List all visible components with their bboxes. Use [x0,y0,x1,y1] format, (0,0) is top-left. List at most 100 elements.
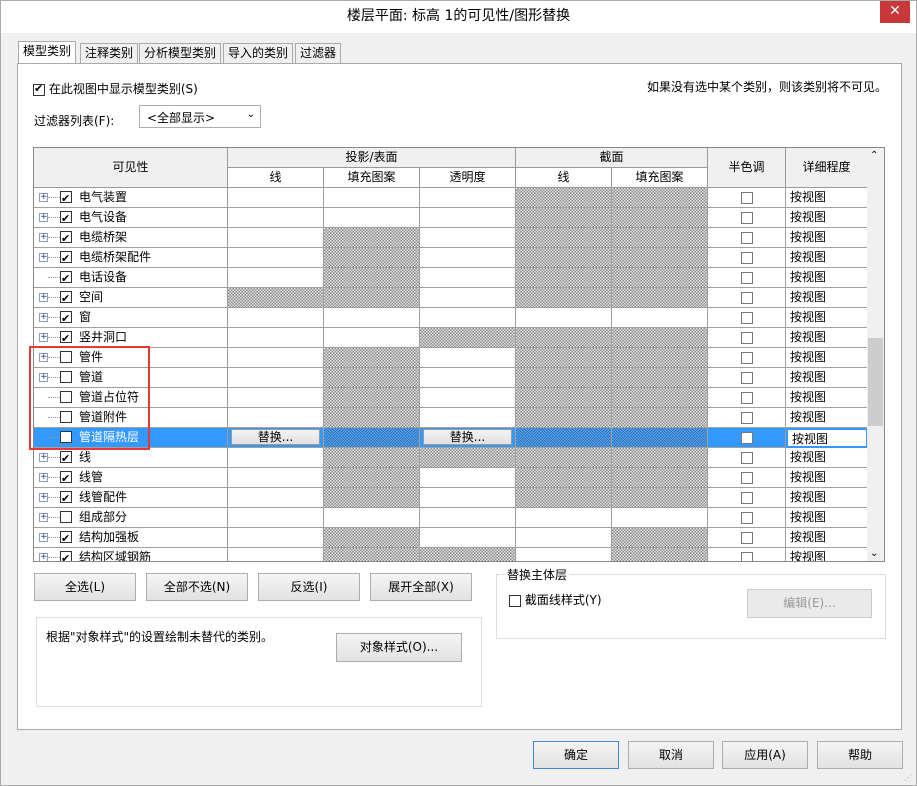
visibility-cell[interactable]: + 电缆桥架配件 [34,248,228,268]
fill-cell[interactable] [324,348,420,368]
visibility-checkbox[interactable] [60,391,72,403]
halftone-cell[interactable] [708,368,786,388]
cut-fill-cell[interactable] [612,388,708,408]
detail-level-cell[interactable]: 按视图 [786,308,868,328]
detail-level-cell[interactable]: 按视图 [786,288,868,308]
halftone-cell[interactable] [708,228,786,248]
expand-icon[interactable]: + [39,213,48,222]
select-all-button[interactable]: 全选(L) [34,573,136,601]
transparency-cell[interactable] [420,448,516,468]
ok-button[interactable]: 确定 [533,741,619,769]
halftone-checkbox[interactable] [740,471,753,484]
fill-cell[interactable] [324,368,420,388]
transparency-cell[interactable] [420,548,516,561]
cut-line-cell[interactable] [516,368,612,388]
visibility-checkbox[interactable] [60,431,72,443]
line-cell[interactable] [228,208,324,228]
halftone-cell[interactable] [708,248,786,268]
visibility-checkbox[interactable] [60,209,72,228]
visibility-checkbox[interactable] [60,329,72,348]
visibility-cell[interactable]: +窗 [34,308,228,328]
expand-icon[interactable]: + [39,193,48,202]
expand-icon[interactable]: + [39,253,48,262]
cut-line-cell[interactable] [516,408,612,428]
table-row[interactable]: + 管道 按视图 [34,368,868,388]
line-cell[interactable] [228,508,324,528]
transparency-cell[interactable]: 替换... [420,428,516,448]
transparency-cell[interactable] [420,368,516,388]
line-cell[interactable] [228,228,324,248]
expand-icon[interactable]: + [39,333,48,342]
table-row[interactable]: + 空间 按视图 [34,288,868,308]
fill-cell[interactable] [324,248,420,268]
filter-list-select[interactable]: <全部显示> ⌄ [139,105,261,128]
halftone-cell[interactable] [708,468,786,488]
expand-icon[interactable]: + [39,313,48,322]
detail-level-cell[interactable]: 按视图 [786,248,868,268]
fill-cell[interactable] [324,388,420,408]
cut-fill-cell[interactable] [612,448,708,468]
cut-fill-cell[interactable] [612,428,708,448]
apply-button[interactable]: 应用(A) [722,741,808,769]
transparency-cell[interactable] [420,388,516,408]
cut-fill-cell[interactable] [612,368,708,388]
halftone-checkbox[interactable] [740,291,753,304]
transparency-cell[interactable] [420,228,516,248]
halftone-checkbox[interactable] [740,511,753,524]
visibility-cell[interactable]: + 线管配件 [34,488,228,508]
cut-fill-cell[interactable] [612,248,708,268]
detail-level-cell[interactable]: 按视图 [786,368,868,388]
table-row[interactable]: + 竖井洞口 按视图 [34,328,868,348]
halftone-checkbox[interactable] [740,351,753,364]
transparency-cell[interactable] [420,188,516,208]
edit-button[interactable]: 编辑(E)... [747,589,872,618]
visibility-checkbox[interactable] [60,489,72,508]
cut-fill-cell[interactable] [612,348,708,368]
halftone-cell[interactable] [708,408,786,428]
halftone-checkbox[interactable] [740,211,753,224]
cut-line-cell[interactable] [516,528,612,548]
halftone-checkbox[interactable] [740,431,753,444]
table-row[interactable]: + 电气装置 按视图 [34,188,868,208]
transparency-cell[interactable] [420,408,516,428]
table-row[interactable]: + 管件 按视图 [34,348,868,368]
fill-cell[interactable] [324,428,420,448]
table-row[interactable]: +线按视图 [34,448,868,468]
halftone-cell[interactable] [708,508,786,528]
halftone-checkbox[interactable] [740,311,753,324]
fill-cell[interactable] [324,328,420,348]
cut-fill-cell[interactable] [612,528,708,548]
visibility-cell[interactable]: + 竖井洞口 [34,328,228,348]
table-row[interactable]: + 电缆桥架配件 按视图 [34,248,868,268]
visibility-checkbox[interactable] [60,309,72,328]
table-row[interactable]: 管道占位符 按视图 [34,388,868,408]
fill-cell[interactable] [324,208,420,228]
halftone-checkbox[interactable] [740,231,753,244]
halftone-checkbox[interactable] [740,251,753,264]
halftone-cell[interactable] [708,528,786,548]
halftone-checkbox[interactable] [740,271,753,284]
tab-filters[interactable]: 过滤器 [295,43,342,64]
cut-fill-cell[interactable] [612,328,708,348]
table-row[interactable]: + 线管配件 按视图 [34,488,868,508]
table-row[interactable]: + 线管 按视图 [34,468,868,488]
override-button[interactable]: 替换... [423,429,512,445]
close-button[interactable]: ✕ [880,1,910,23]
checkbox[interactable] [509,594,521,607]
transparency-cell[interactable] [420,208,516,228]
expand-icon[interactable]: + [39,373,48,382]
detail-level-cell[interactable]: 按视图 [786,208,868,228]
fill-cell[interactable] [324,268,420,288]
line-cell[interactable] [228,288,324,308]
line-cell[interactable] [228,188,324,208]
cut-line-cell[interactable] [516,328,612,348]
expand-icon[interactable]: + [39,533,48,542]
cut-line-cell[interactable] [516,268,612,288]
visibility-cell[interactable]: + 管件 [34,348,228,368]
detail-level-cell[interactable]: 按视图 [786,548,868,561]
fill-cell[interactable] [324,228,420,248]
visibility-checkbox[interactable] [60,269,72,288]
scroll-down-icon[interactable]: ⌄ [870,548,878,559]
halftone-checkbox[interactable] [740,391,753,404]
halftone-checkbox[interactable] [740,491,753,504]
